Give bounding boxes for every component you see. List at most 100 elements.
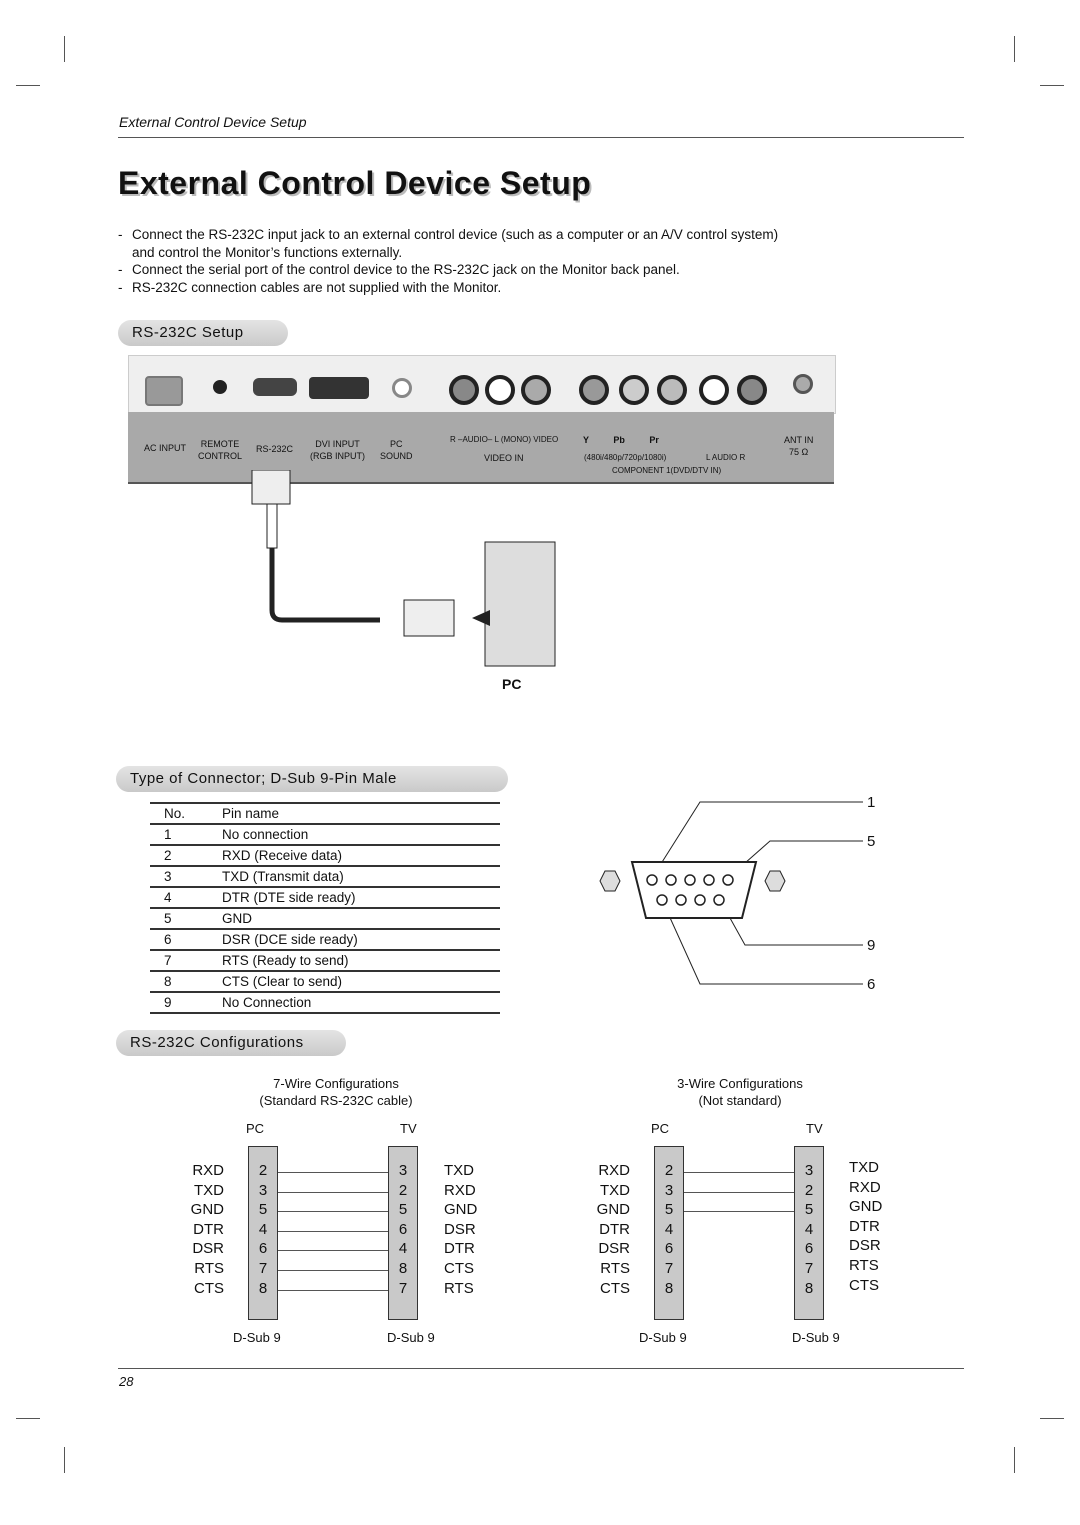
pin-callout-1: 1 bbox=[867, 794, 876, 811]
section-heading-setup: RS-232C Setup bbox=[118, 320, 288, 346]
bullet-item: - Connect the serial port of the control … bbox=[118, 262, 680, 277]
tv-pin-number: 5 bbox=[804, 1201, 814, 1219]
rca-jack-icon bbox=[619, 375, 649, 405]
pc-signal-label: GND bbox=[596, 1201, 630, 1219]
cable-plug-pc bbox=[403, 599, 455, 637]
rca-jack-icon bbox=[737, 375, 767, 405]
pc-heading: PC bbox=[246, 1121, 265, 1136]
wire-line bbox=[278, 1270, 388, 1271]
pc-pin-number: 7 bbox=[664, 1260, 674, 1277]
ac-input-socket-icon bbox=[145, 376, 183, 406]
dvi-port-icon bbox=[309, 377, 369, 399]
pin-table-row: 4 DTR (DTE side ready) bbox=[150, 886, 500, 907]
pin-callout-5: 5 bbox=[867, 833, 876, 850]
rca-jack-icon bbox=[449, 375, 479, 405]
tv-pin-number: 2 bbox=[804, 1181, 814, 1199]
pc-signal-label: CTS bbox=[600, 1279, 630, 1297]
section-heading-connector: Type of Connector; D-Sub 9-Pin Male bbox=[116, 766, 508, 792]
pc-signal-label: TXD bbox=[600, 1181, 630, 1199]
tv-signal-label: RXD bbox=[444, 1181, 476, 1199]
pc-pin-number: 7 bbox=[258, 1260, 268, 1277]
pin-table-row: 7 RTS (Ready to send) bbox=[150, 949, 500, 970]
pc-pin-number: 4 bbox=[258, 1220, 268, 1238]
tv-pin-number: 2 bbox=[398, 1181, 408, 1199]
back-panel-jacks bbox=[128, 355, 836, 414]
crop-mark bbox=[64, 36, 65, 62]
pc-tower-icon bbox=[484, 541, 556, 667]
crop-mark bbox=[1040, 85, 1064, 86]
tv-signal-label: DTR bbox=[444, 1240, 475, 1258]
rs232c-port-icon bbox=[253, 378, 297, 396]
pin-callout-6: 6 bbox=[867, 976, 876, 993]
rca-jack-icon bbox=[521, 375, 551, 405]
tv-connector-type: D-Sub 9 bbox=[387, 1330, 435, 1345]
tv-pin-number: 6 bbox=[804, 1240, 814, 1258]
wire-line bbox=[278, 1289, 388, 1291]
tv-signal-label: TXD bbox=[444, 1162, 474, 1179]
pc-signal-label: DTR bbox=[193, 1220, 224, 1238]
pc-signal-label: DSR bbox=[192, 1240, 224, 1258]
tv-signal-label: RTS bbox=[444, 1279, 474, 1297]
wire-line bbox=[684, 1172, 794, 1173]
tv-signal-label: CTS bbox=[849, 1276, 879, 1294]
tv-pin-number: 3 bbox=[398, 1162, 408, 1179]
pc-pin-number: 5 bbox=[258, 1201, 268, 1219]
pc-pin-number: 8 bbox=[258, 1279, 268, 1297]
wire-line bbox=[278, 1191, 388, 1193]
footer-rule bbox=[118, 1368, 964, 1369]
pc-pin-number: 4 bbox=[664, 1220, 674, 1238]
screw-right-icon bbox=[764, 870, 786, 892]
section-heading-configurations: RS-232C Configurations bbox=[116, 1030, 346, 1056]
crop-mark bbox=[64, 1447, 65, 1473]
pc-connector-type: D-Sub 9 bbox=[639, 1330, 687, 1345]
tv-signal-label: GND bbox=[444, 1201, 478, 1219]
antenna-jack-icon bbox=[793, 374, 813, 394]
cable bbox=[269, 548, 380, 623]
cable-plug-top bbox=[251, 470, 291, 505]
pc-signal-label: DSR bbox=[598, 1240, 630, 1258]
pc-pin-number: 2 bbox=[258, 1162, 268, 1179]
tv-pin-number: 8 bbox=[398, 1260, 408, 1277]
crop-mark bbox=[16, 85, 40, 86]
header-rule bbox=[118, 137, 964, 138]
pc-pin-number: 6 bbox=[258, 1240, 268, 1258]
pc-pin-number: 3 bbox=[664, 1181, 674, 1199]
pin-table-row: 6 DSR (DCE side ready) bbox=[150, 928, 500, 949]
intro-bullets: - Connect the RS-232C input jack to an ex… bbox=[118, 226, 858, 296]
screw-left-icon bbox=[599, 870, 621, 892]
tv-signal-label: DTR bbox=[849, 1217, 880, 1235]
tv-signal-label: TXD bbox=[849, 1159, 879, 1176]
pc-signal-label: RTS bbox=[600, 1260, 630, 1277]
pin-table-row: 2 RXD (Receive data) bbox=[150, 844, 500, 865]
pc-heading: PC bbox=[651, 1121, 670, 1136]
tv-signal-label: RXD bbox=[849, 1178, 881, 1196]
tv-pin-number: 7 bbox=[398, 1279, 408, 1297]
tv-heading: TV bbox=[400, 1121, 417, 1136]
pc-signal-label: GND bbox=[190, 1201, 224, 1219]
rca-jack-icon bbox=[579, 375, 609, 405]
tv-pin-number: 6 bbox=[398, 1220, 408, 1238]
pc-connector-type: D-Sub 9 bbox=[233, 1330, 281, 1345]
crop-mark bbox=[1014, 36, 1015, 62]
config-title: 7-Wire Configurations (Standard RS-232C c… bbox=[259, 1076, 413, 1108]
tv-pin-number: 4 bbox=[398, 1240, 408, 1258]
connector-shell bbox=[630, 861, 758, 919]
tv-connector-type: D-Sub 9 bbox=[792, 1330, 840, 1345]
config-title: 3-Wire Configurations (Not standard) bbox=[677, 1076, 803, 1108]
tv-signal-label: RTS bbox=[849, 1257, 879, 1274]
tv-signal-label: DSR bbox=[444, 1220, 476, 1238]
pin-table: No. Pin name 1 No connection 2 RXD (Receive … bbox=[150, 802, 500, 1014]
pc-signal-label: TXD bbox=[194, 1181, 224, 1199]
wire-line bbox=[684, 1211, 794, 1213]
tv-pin-number: 7 bbox=[804, 1260, 814, 1277]
rca-jack-icon bbox=[699, 375, 729, 405]
bullet-item: - RS-232C connection cables are not suppl… bbox=[118, 279, 502, 295]
tv-signal-label: CTS bbox=[444, 1260, 474, 1277]
dsub-9-connector-diagram bbox=[599, 801, 863, 985]
page-title: External Control Device Setup bbox=[118, 165, 592, 201]
tv-signal-label: DSR bbox=[849, 1237, 881, 1255]
pc-pin-number: 6 bbox=[664, 1240, 674, 1258]
running-head: External Control Device Setup bbox=[119, 114, 307, 130]
wire-line bbox=[684, 1191, 794, 1193]
tv-pin-number: 4 bbox=[804, 1220, 814, 1238]
